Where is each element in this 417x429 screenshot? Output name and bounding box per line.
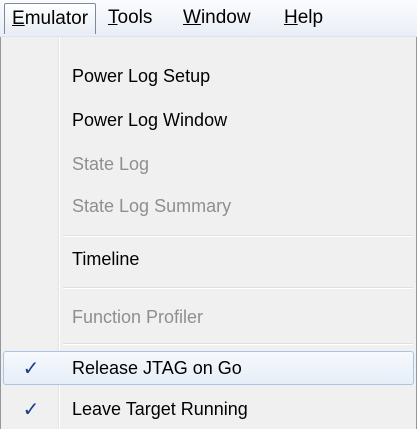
- menu-item-state-log: State Log: [3, 147, 414, 181]
- menu-bar: Emulator Tools Window Help: [0, 0, 417, 37]
- menu-tools[interactable]: Tools: [101, 3, 159, 34]
- menu-item-leave-target-running[interactable]: ✓ Leave Target Running: [3, 392, 414, 426]
- menu-help-label: elp: [297, 7, 324, 28]
- checkmark-icon: ✓: [22, 397, 40, 421]
- menu-tools-mnemonic: T: [108, 7, 118, 28]
- menu-item-label: Function Profiler: [72, 307, 204, 327]
- menu-item-timeline[interactable]: Timeline: [3, 242, 414, 276]
- menu-item-state-log-summary: State Log Summary: [3, 189, 414, 223]
- menu-item-function-profiler: Function Profiler: [3, 300, 414, 334]
- menu-item-label: State Log: [72, 154, 150, 174]
- menu-item-label: Timeline: [72, 249, 140, 269]
- checkmark-icon: ✓: [22, 356, 40, 380]
- menu-item-power-log-window[interactable]: Power Log Window: [3, 103, 414, 137]
- menu-separator: [63, 343, 413, 345]
- menu-item-label: Power Log Setup: [72, 66, 211, 86]
- menu-emulator-label: mulator: [24, 8, 89, 29]
- menu-item-label: State Log Summary: [72, 196, 232, 216]
- menu-help-mnemonic: H: [284, 7, 298, 28]
- menu-separator: [63, 235, 413, 237]
- menu-separator: [63, 287, 413, 289]
- menu-window-mnemonic: W: [183, 7, 201, 28]
- menu-tools-label: ools: [117, 7, 153, 28]
- menu-emulator-mnemonic: E: [12, 8, 25, 29]
- menu-item-label: Release JTAG on Go: [72, 358, 242, 378]
- menu-item-release-jtag-on-go[interactable]: ✓ Release JTAG on Go: [3, 351, 414, 385]
- menu-window[interactable]: Window: [176, 3, 258, 34]
- menu-help[interactable]: Help: [277, 3, 330, 34]
- menu-item-label: Power Log Window: [72, 110, 228, 130]
- menu-item-label: Leave Target Running: [72, 399, 248, 419]
- emulator-dropdown-menu: Power Log Setup Power Log Window State L…: [0, 37, 417, 429]
- menu-emulator[interactable]: Emulator: [4, 3, 97, 34]
- menu-window-label: indow: [200, 7, 251, 28]
- menu-item-power-log-setup[interactable]: Power Log Setup: [3, 59, 414, 93]
